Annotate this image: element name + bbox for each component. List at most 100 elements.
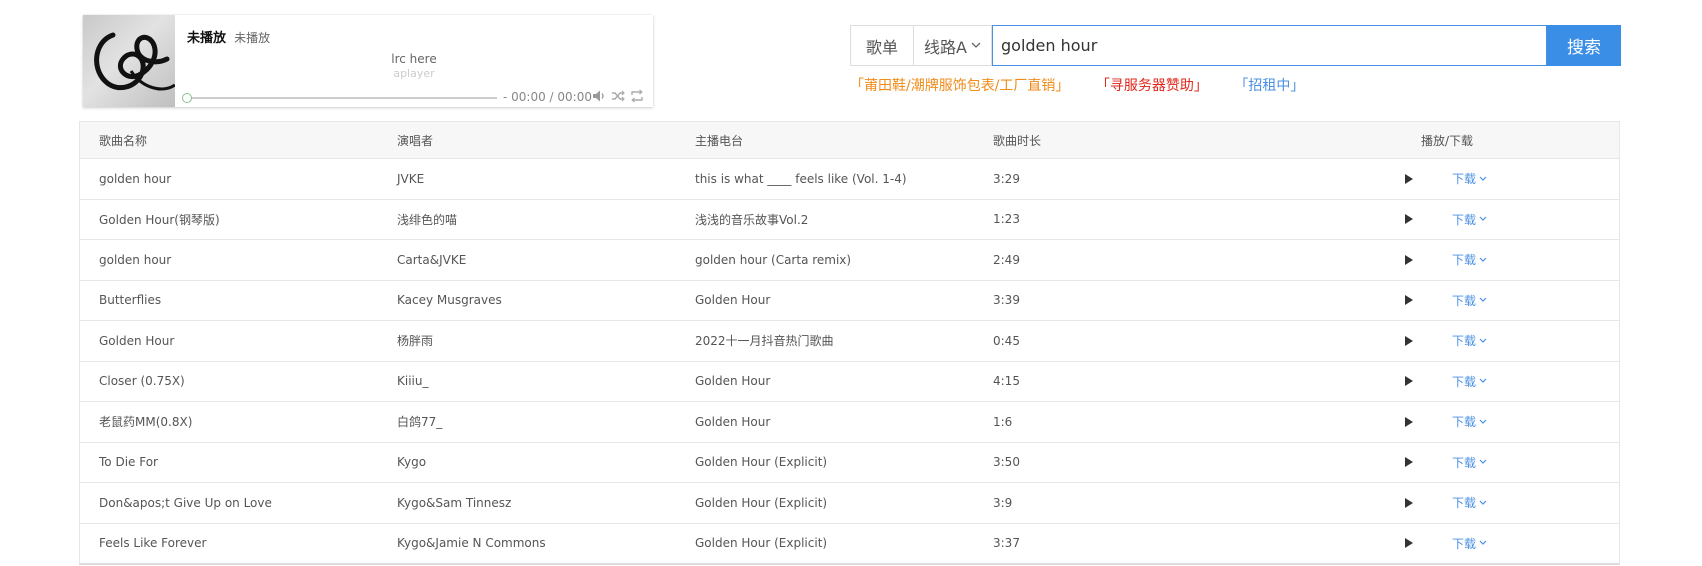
song-name-cell[interactable]: 老鼠药MM(0.8X): [99, 402, 192, 442]
time-display: - 00:00 / 00:00: [503, 90, 592, 104]
song-name-cell[interactable]: golden hour: [99, 159, 171, 199]
download-dropdown[interactable]: 下载: [1452, 159, 1487, 199]
album-cell[interactable]: this is what ____ feels like (Vol. 1-4): [695, 159, 907, 199]
download-label: 下载: [1452, 334, 1477, 349]
duration-cell: 3:37: [993, 536, 1020, 551]
download-dropdown[interactable]: 下载: [1452, 362, 1487, 402]
player-artist: 未播放: [234, 31, 271, 45]
play-icon[interactable]: [1405, 457, 1413, 468]
route-select[interactable]: 线路A: [914, 25, 992, 66]
song-name-cell[interactable]: Butterflies: [99, 281, 161, 321]
download-label: 下载: [1452, 415, 1477, 430]
duration-cell: 1:6: [993, 414, 1013, 429]
song-name-cell[interactable]: Closer (0.75X): [99, 362, 185, 402]
singer-cell[interactable]: Kacey Musgraves: [397, 281, 502, 321]
singer-cell[interactable]: 杨胖雨: [397, 321, 433, 361]
loop-icon[interactable]: [630, 89, 644, 103]
singer-cell[interactable]: Kiiiu_: [397, 362, 428, 402]
download-label: 下载: [1452, 212, 1477, 227]
download-dropdown[interactable]: 下载: [1452, 524, 1487, 564]
table-row: Golden Hour(钢琴版) 浅绯色的喵 浅浅的音乐故事Vol.2 1:23 下载: [80, 198, 1619, 240]
download-label: 下载: [1452, 536, 1477, 551]
song-name-cell[interactable]: Golden Hour: [99, 321, 174, 361]
table-row: To Die For Kygo Golden Hour (Explicit) 3:50…: [80, 441, 1619, 483]
album-cell[interactable]: Golden Hour (Explicit): [695, 443, 827, 483]
song-name-cell[interactable]: To Die For: [99, 443, 158, 483]
singer-cell[interactable]: Carta&JVKE: [397, 240, 466, 280]
play-icon[interactable]: [1405, 416, 1413, 427]
play-icon[interactable]: [1405, 376, 1413, 387]
play-icon[interactable]: [1405, 497, 1413, 508]
album-cell[interactable]: Golden Hour (Explicit): [695, 483, 827, 523]
duration-cell: 3:50: [993, 455, 1020, 470]
chevron-down-icon: [1479, 540, 1487, 546]
download-dropdown[interactable]: 下载: [1452, 483, 1487, 523]
volume-icon[interactable]: [592, 89, 606, 103]
table-row: Feels Like Forever Kygo&Jamie N Commons Go…: [80, 522, 1619, 564]
header-singer: 演唱者: [397, 133, 434, 148]
download-dropdown[interactable]: 下载: [1452, 321, 1487, 361]
duration-cell: 3:29: [993, 171, 1020, 186]
album-cover[interactable]: [83, 15, 175, 107]
album-cell[interactable]: 浅浅的音乐故事Vol.2: [695, 200, 808, 240]
download-dropdown[interactable]: 下载: [1452, 281, 1487, 321]
singer-cell[interactable]: Kygo&Sam Tinnesz: [397, 483, 511, 523]
header-song-name: 歌曲名称: [99, 133, 148, 148]
header-play-download: 播放/下载: [1421, 133, 1474, 148]
singer-cell[interactable]: 白鸽77_: [397, 402, 442, 442]
duration-cell: 1:23: [993, 212, 1020, 227]
play-icon[interactable]: [1405, 214, 1413, 225]
songlist-button[interactable]: 歌单: [850, 25, 914, 66]
duration-cell: 3:9: [993, 495, 1013, 510]
progress-bar[interactable]: [182, 93, 497, 103]
ad-links: 「莆田鞋/潮牌服饰包表/工厂直销」 「寻服务器赞助」 「招租中」: [850, 75, 1326, 95]
album-cell[interactable]: golden hour (Carta remix): [695, 240, 851, 280]
search-button[interactable]: 搜索: [1547, 25, 1621, 66]
album-cell[interactable]: Golden Hour: [695, 402, 770, 442]
singer-cell[interactable]: Kygo: [397, 443, 426, 483]
download-dropdown[interactable]: 下载: [1452, 443, 1487, 483]
song-table: 歌曲名称 演唱者 主播电台 歌曲时长 播放/下载 golden hour JVKE…: [79, 121, 1620, 565]
download-label: 下载: [1452, 172, 1477, 187]
player-title: 未播放 未播放: [187, 27, 270, 46]
table-row: Don&apos;t Give Up on Love Kygo&Sam Tinne…: [80, 482, 1619, 523]
ad-link-server-sponsor[interactable]: 「寻服务器赞助」: [1096, 75, 1208, 95]
search-input[interactable]: [992, 25, 1547, 66]
table-row: Butterflies Kacey Musgraves Golden Hour 3:3…: [80, 279, 1619, 321]
ad-link-for-rent[interactable]: 「招租中」: [1234, 75, 1304, 95]
song-name-cell[interactable]: Feels Like Forever: [99, 524, 206, 564]
download-dropdown[interactable]: 下载: [1452, 402, 1487, 442]
ad-link-shoes[interactable]: 「莆田鞋/潮牌服饰包表/工厂直销」: [850, 75, 1069, 95]
chevron-down-icon: [1479, 257, 1487, 262]
singer-cell[interactable]: 浅绯色的喵: [397, 200, 457, 240]
play-icon[interactable]: [1405, 335, 1413, 346]
song-name-cell[interactable]: Don&apos;t Give Up on Love: [99, 483, 272, 523]
shuffle-icon[interactable]: [611, 89, 625, 103]
singer-cell[interactable]: Kygo&Jamie N Commons: [397, 524, 546, 564]
chevron-down-icon: [1479, 297, 1487, 303]
album-cell[interactable]: Golden Hour (Explicit): [695, 524, 827, 564]
chevron-down-icon: [1479, 419, 1487, 424]
chevron-down-icon: [1479, 338, 1487, 343]
song-name-cell[interactable]: Golden Hour(钢琴版): [99, 200, 220, 240]
chevron-down-icon: [1479, 216, 1487, 222]
play-icon[interactable]: [1405, 295, 1413, 306]
album-cell[interactable]: Golden Hour: [695, 281, 770, 321]
album-cell[interactable]: Golden Hour: [695, 362, 770, 402]
singer-cell[interactable]: JVKE: [397, 159, 424, 199]
lyrics-line: lrc here: [391, 52, 437, 66]
play-icon[interactable]: [1405, 254, 1413, 265]
download-label: 下载: [1452, 374, 1477, 389]
play-icon[interactable]: [1405, 173, 1413, 184]
download-dropdown[interactable]: 下载: [1452, 200, 1487, 240]
album-cell[interactable]: 2022十一月抖音热门歌曲: [695, 321, 834, 361]
song-name-cell[interactable]: golden hour: [99, 240, 171, 280]
download-dropdown[interactable]: 下载: [1452, 240, 1487, 280]
lyrics-line-next: aplayer: [393, 67, 435, 80]
play-icon[interactable]: [1405, 538, 1413, 549]
chevron-down-icon: [1479, 378, 1487, 384]
chevron-down-icon: [1479, 459, 1487, 465]
download-label: 下载: [1452, 455, 1477, 470]
music-player: 未播放 未播放 lrc here aplayer - 00:00 / 00:00: [83, 15, 653, 107]
progress-thumb[interactable]: [182, 93, 192, 103]
